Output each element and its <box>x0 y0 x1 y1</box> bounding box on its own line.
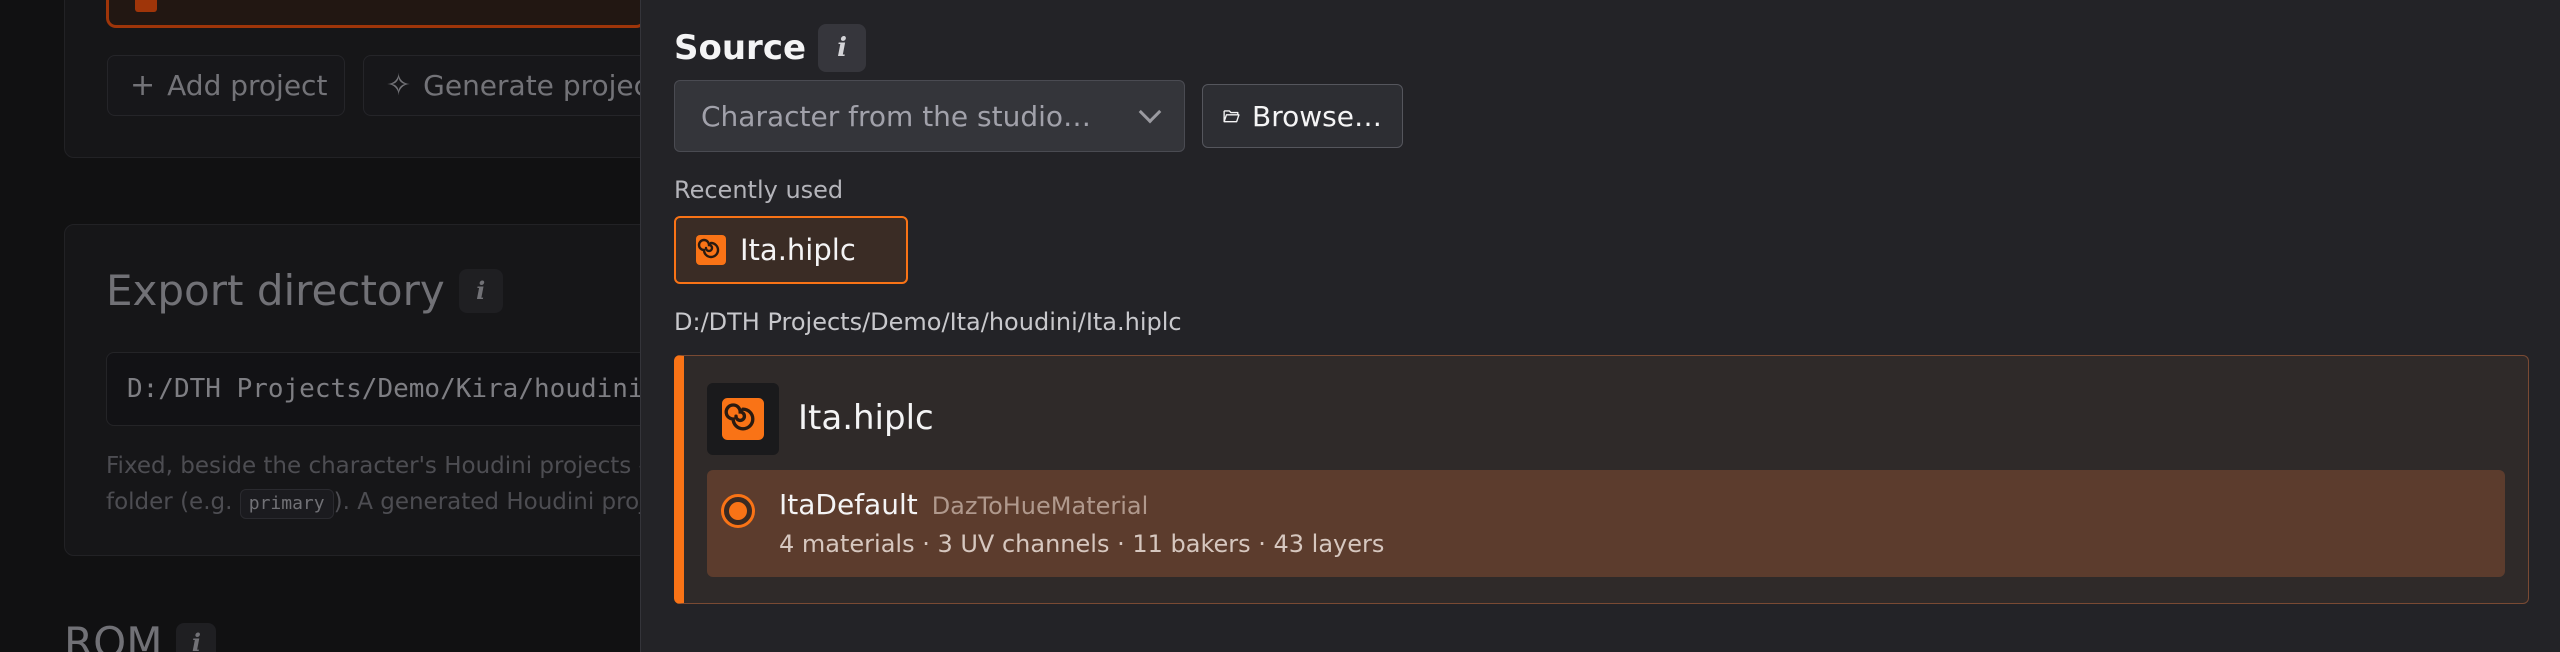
source-heading: Source i <box>674 24 867 72</box>
recently-used-label: Recently used <box>674 176 844 204</box>
option-type: DazToHueMaterial <box>931 492 1149 520</box>
file-card: Ita.hiplc ItaDefault DazToHueMaterial 4 … <box>674 355 2529 604</box>
houdini-icon <box>722 398 764 440</box>
source-label: Source <box>674 28 807 68</box>
recent-item-label: Ita.hiplc <box>740 233 856 267</box>
houdini-icon <box>696 235 726 265</box>
source-select[interactable]: Character from the studio… <box>674 80 1185 152</box>
file-name: Ita.hiplc <box>798 398 934 438</box>
option-meta: 4 materials · 3 UV channels · 11 bakers … <box>779 530 1385 558</box>
file-icon-box <box>707 383 779 455</box>
recent-item[interactable]: Ita.hiplc <box>674 216 908 284</box>
browse-label: Browse… <box>1252 99 1382 133</box>
material-option-row[interactable]: ItaDefault DazToHueMaterial 4 materials … <box>707 470 2505 577</box>
option-name: ItaDefault <box>779 488 918 521</box>
option-title: ItaDefault DazToHueMaterial <box>779 488 1148 521</box>
file-path: D:/DTH Projects/Demo/Ita/houdini/Ita.hip… <box>674 308 1182 336</box>
option-radio[interactable] <box>721 494 755 528</box>
info-icon[interactable]: i <box>818 24 867 72</box>
browse-button[interactable]: Browse… <box>1202 84 1403 148</box>
folder-open-icon <box>1223 110 1240 123</box>
source-select-value: Character from the studio… <box>701 99 1092 133</box>
source-panel: Source i Character from the studio… Brow… <box>640 0 2560 652</box>
radio-selected-dot <box>729 502 747 520</box>
chevron-down-icon <box>1138 100 1162 124</box>
dim-overlay <box>0 0 640 652</box>
